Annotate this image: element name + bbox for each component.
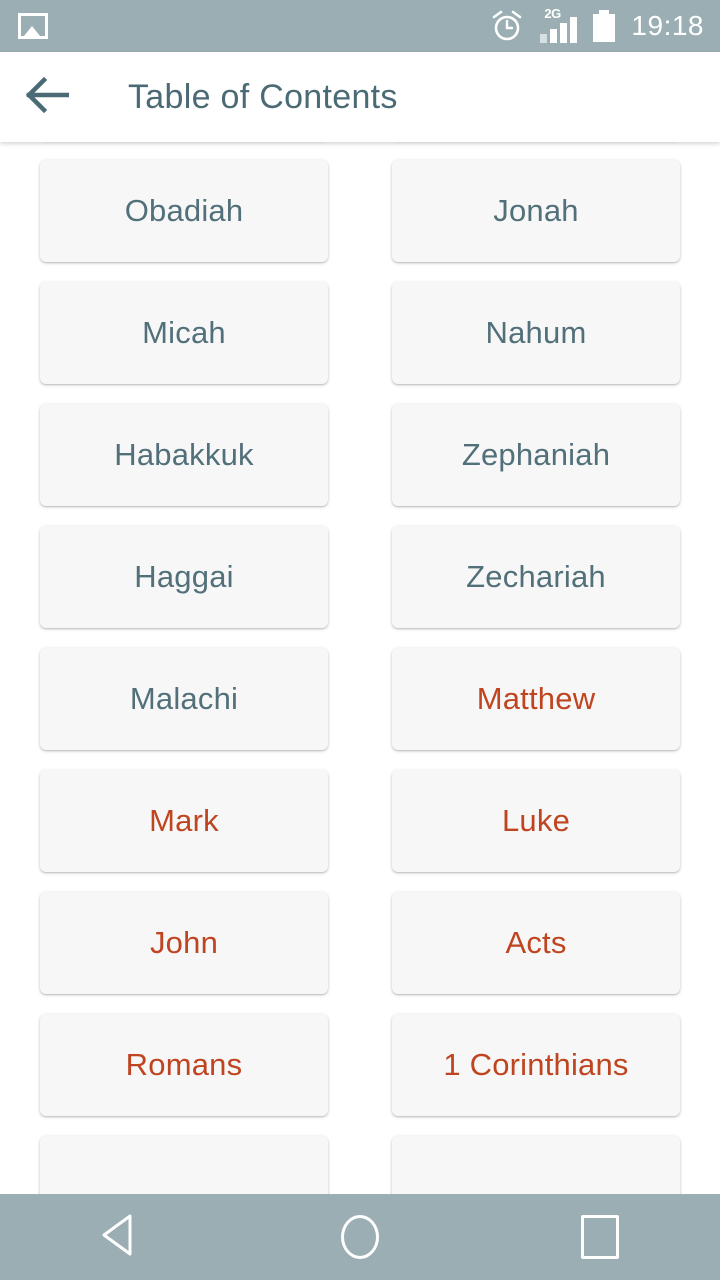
status-bar: 2G 19:18 — [0, 0, 720, 52]
book-card-label: Romans — [125, 1047, 243, 1082]
book-card-label: Zephaniah — [461, 437, 611, 472]
status-bar-right: 2G 19:18 — [490, 6, 704, 43]
status-bar-left — [18, 13, 48, 39]
book-card-label: Micah — [142, 315, 226, 350]
book-card[interactable]: Romans — [40, 1014, 328, 1116]
book-card-label: Zechariah — [466, 559, 606, 594]
back-button[interactable] — [0, 52, 92, 142]
book-card-label: Mark — [149, 803, 219, 838]
book-card[interactable]: Obadiah — [40, 160, 328, 262]
android-navigation-bar — [0, 1194, 720, 1280]
book-card[interactable]: Malachi — [40, 648, 328, 750]
book-card[interactable]: Zechariah — [392, 526, 680, 628]
book-card[interactable]: Jonah — [392, 160, 680, 262]
nav-back-button[interactable] — [50, 1194, 190, 1280]
book-card-label: Malachi — [129, 681, 239, 716]
book-card[interactable]: 1 Corinthians — [392, 1014, 680, 1116]
book-card[interactable]: Micah — [40, 282, 328, 384]
book-card[interactable]: Zephaniah — [392, 404, 680, 506]
book-card-label: 1 Corinthians — [443, 1047, 629, 1082]
page-title: Table of Contents — [128, 77, 398, 116]
book-card[interactable]: Matthew — [392, 648, 680, 750]
app-bar: Table of Contents — [0, 52, 720, 142]
nav-back-triangle-icon — [98, 1211, 142, 1264]
book-card[interactable]: John — [40, 892, 328, 994]
book-card-label: Matthew — [476, 681, 596, 716]
book-card[interactable]: Haggai — [40, 526, 328, 628]
photo-icon — [18, 13, 48, 39]
nav-home-button[interactable] — [290, 1194, 430, 1280]
book-card[interactable]: Nahum — [392, 282, 680, 384]
phone-screen: 2G 19:18 Table of Contents Obadiah Jonah M… — [0, 0, 720, 1280]
book-card[interactable]: Mark — [40, 770, 328, 872]
back-arrow-icon — [23, 75, 70, 120]
battery-icon — [593, 10, 616, 42]
book-grid: Obadiah Jonah Micah Nahum Habakkuk Zephaniah H… — [0, 142, 720, 1194]
book-card-label: Nahum — [485, 315, 587, 350]
book-card-label: John — [149, 925, 219, 960]
book-card-label: Habakkuk — [114, 437, 254, 472]
book-card-label: Luke — [501, 803, 571, 838]
book-card[interactable] — [392, 1136, 680, 1194]
book-card[interactable]: Acts — [392, 892, 680, 994]
book-card-label: Acts — [505, 925, 567, 960]
book-card-label: Obadiah — [124, 193, 244, 228]
book-card[interactable]: Habakkuk — [40, 404, 328, 506]
alarm-clock-icon — [490, 9, 524, 43]
book-grid-scroll-area[interactable]: Obadiah Jonah Micah Nahum Habakkuk Zephaniah H… — [0, 142, 720, 1194]
nav-home-circle-icon — [341, 1215, 379, 1259]
book-card-label: Jonah — [493, 193, 579, 228]
nav-recents-button[interactable] — [530, 1194, 670, 1280]
network-type-label: 2G — [544, 6, 561, 21]
status-bar-clock: 19:18 — [631, 10, 704, 41]
book-card-label: Haggai — [134, 559, 234, 594]
book-card[interactable] — [40, 1136, 328, 1194]
book-card[interactable]: Luke — [392, 770, 680, 872]
signal-bars-icon: 2G — [540, 6, 578, 43]
nav-recents-square-icon — [581, 1215, 619, 1259]
